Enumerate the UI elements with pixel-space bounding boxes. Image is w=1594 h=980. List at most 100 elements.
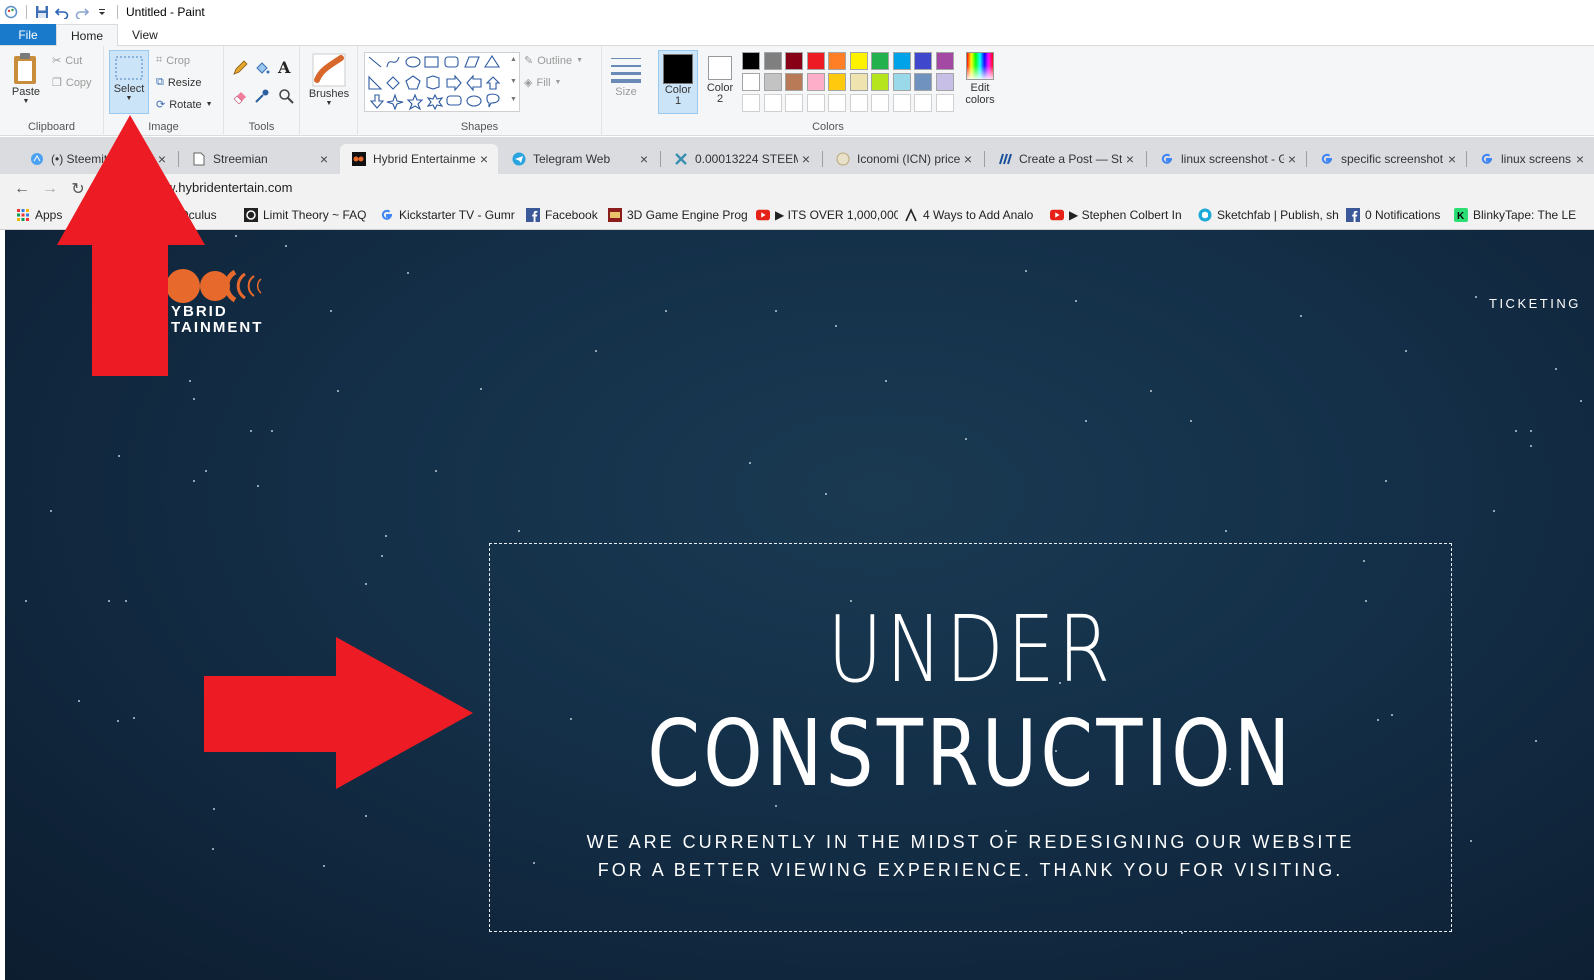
crop-button[interactable]: ⌗ Crop <box>156 54 190 67</box>
pencil-icon[interactable] <box>232 60 248 79</box>
tab-file[interactable]: File <box>0 24 56 45</box>
edit-colors-button[interactable]: Edit colors <box>960 52 1000 106</box>
browser-tab[interactable]: Iconomi (ICN) price × <box>824 144 982 174</box>
palette-color-swatch[interactable] <box>742 52 760 70</box>
browser-tab[interactable]: 0.00013224 STEEM × <box>662 144 820 174</box>
palette-color-swatch[interactable] <box>785 73 803 91</box>
close-tab-icon[interactable]: × <box>1122 151 1138 167</box>
select-button[interactable]: Select ▼ <box>109 50 149 114</box>
palette-custom-swatch[interactable] <box>828 94 846 112</box>
text-tool-icon[interactable]: A <box>278 58 290 77</box>
eraser-icon[interactable] <box>232 88 248 107</box>
browser-tab[interactable]: Telegram Web × <box>500 144 658 174</box>
tab-view[interactable]: View <box>118 24 172 45</box>
close-tab-icon[interactable]: × <box>476 151 492 167</box>
palette-color-swatch[interactable] <box>849 52 868 70</box>
palette-custom-swatch[interactable] <box>849 94 868 112</box>
palette-color-swatch[interactable] <box>871 52 889 70</box>
palette-color-swatch[interactable] <box>935 73 954 91</box>
shapes-expand-icon[interactable]: ▼ <box>510 96 517 103</box>
palette-color-swatch[interactable] <box>914 52 932 70</box>
hybrid-logo-icon[interactable] <box>165 266 265 306</box>
bookmark-item[interactable]: s Oculus <box>170 208 217 222</box>
bookmark-item[interactable]: 3D Game Engine Prog <box>608 208 748 222</box>
close-tab-icon[interactable]: × <box>316 151 332 167</box>
palette-custom-swatch[interactable] <box>763 94 782 112</box>
browser-tab[interactable]: Streemian × <box>180 144 338 174</box>
magnifier-icon[interactable] <box>278 88 294 107</box>
save-icon[interactable] <box>33 3 51 21</box>
palette-color-swatch[interactable] <box>935 52 954 70</box>
outline-button[interactable]: ✎ Outline ▼ <box>524 54 583 68</box>
close-tab-icon[interactable]: × <box>636 151 652 167</box>
forward-arrow-icon[interactable]: → <box>36 180 64 198</box>
palette-color-swatch[interactable] <box>892 73 911 91</box>
palette-custom-swatch[interactable] <box>742 94 760 112</box>
cut-button[interactable]: ✂ Cut <box>52 54 82 68</box>
browser-tab[interactable]: (•) Steemit × <box>18 144 176 174</box>
color2-button[interactable]: Color 2 <box>700 50 740 114</box>
back-arrow-icon[interactable]: ← <box>8 180 36 198</box>
palette-custom-swatch[interactable] <box>935 94 954 112</box>
close-tab-icon[interactable]: × <box>1444 151 1460 167</box>
palette-color-swatch[interactable] <box>763 52 782 70</box>
bookmark-item[interactable]: ▶ Stephen Colbert In <box>1050 208 1182 222</box>
browser-tab[interactable]: Create a Post — Ste × <box>986 144 1144 174</box>
rotate-button[interactable]: ⟳ Rotate ▼ <box>156 98 213 112</box>
bookmark-item[interactable]: Kickstarter TV - Gumr <box>380 208 515 222</box>
tab-home[interactable]: Home <box>56 24 119 46</box>
fill-bucket-icon[interactable] <box>254 60 270 79</box>
browser-tab[interactable]: Hybrid Entertainme × <box>340 144 498 174</box>
fill-button[interactable]: ◈ Fill ▼ <box>524 76 561 90</box>
bookmark-item[interactable]: K BlinkyTape: The LE <box>1454 208 1576 222</box>
resize-button[interactable]: ⧉ Resize <box>156 76 201 89</box>
palette-color-swatch[interactable] <box>892 52 911 70</box>
palette-color-swatch[interactable] <box>828 52 846 70</box>
redo-icon[interactable] <box>73 3 91 21</box>
palette-color-swatch[interactable] <box>828 73 846 91</box>
palette-color-swatch[interactable] <box>871 73 889 91</box>
browser-tab[interactable]: specific screenshot × <box>1308 144 1466 174</box>
customize-qat-icon[interactable] <box>93 3 111 21</box>
copy-button[interactable]: ❐ Copy <box>52 76 92 90</box>
paint-app-icon[interactable] <box>2 3 20 21</box>
palette-color-swatch[interactable] <box>742 73 760 91</box>
bookmark-item[interactable]: 4 Ways to Add Analo <box>904 208 1033 222</box>
palette-color-swatch[interactable] <box>806 52 825 70</box>
paste-button[interactable]: Paste ▼ <box>8 52 44 105</box>
palette-color-swatch[interactable] <box>914 73 932 91</box>
bookmark-item[interactable]: 0 Notifications <box>1346 208 1440 222</box>
bookmark-item[interactable]: Limit Theory ~ FAQ <box>244 208 366 222</box>
undo-icon[interactable] <box>53 3 71 21</box>
nav-ticketing-link[interactable]: TICKETING <box>1489 296 1581 311</box>
shapes-gallery[interactable] <box>364 52 520 112</box>
bookmark-item[interactable]: Sketchfab | Publish, sh <box>1198 208 1339 222</box>
shapes-scroll-down-icon[interactable]: ▼ <box>510 78 517 85</box>
close-tab-icon[interactable]: × <box>154 151 170 167</box>
reload-icon[interactable]: ↻ <box>64 179 92 199</box>
shapes-scroll-up-icon[interactable]: ▲ <box>510 56 517 63</box>
brushes-button[interactable]: Brushes ▼ <box>306 52 352 107</box>
bookmark-item[interactable]: ▶ ITS OVER 1,000,000 <box>756 208 898 222</box>
palette-color-swatch[interactable] <box>849 73 868 91</box>
hybrid-logo-text[interactable]: YBRID TAINMENT <box>171 304 263 336</box>
bookmark-item[interactable]: Facebook <box>526 208 598 222</box>
palette-color-swatch[interactable] <box>763 73 782 91</box>
bookmark-item[interactable]: Apps <box>16 208 62 222</box>
size-button[interactable]: Size <box>606 52 646 98</box>
palette-custom-swatch[interactable] <box>806 94 825 112</box>
palette-color-swatch[interactable] <box>785 52 803 70</box>
palette-color-swatch[interactable] <box>806 73 825 91</box>
address-bar-url[interactable]: w.hybridentertain.com <box>166 180 292 195</box>
close-tab-icon[interactable]: × <box>960 151 976 167</box>
palette-custom-swatch[interactable] <box>871 94 889 112</box>
close-tab-icon[interactable]: × <box>1284 151 1300 167</box>
browser-tab[interactable]: linux screens × <box>1468 144 1594 174</box>
close-tab-icon[interactable]: × <box>1572 151 1588 167</box>
browser-tab[interactable]: linux screenshot - G × <box>1148 144 1306 174</box>
palette-custom-swatch[interactable] <box>892 94 911 112</box>
palette-custom-swatch[interactable] <box>914 94 932 112</box>
color1-button[interactable]: Color 1 <box>658 50 698 114</box>
palette-custom-swatch[interactable] <box>785 94 803 112</box>
color-picker-icon[interactable] <box>254 88 270 107</box>
